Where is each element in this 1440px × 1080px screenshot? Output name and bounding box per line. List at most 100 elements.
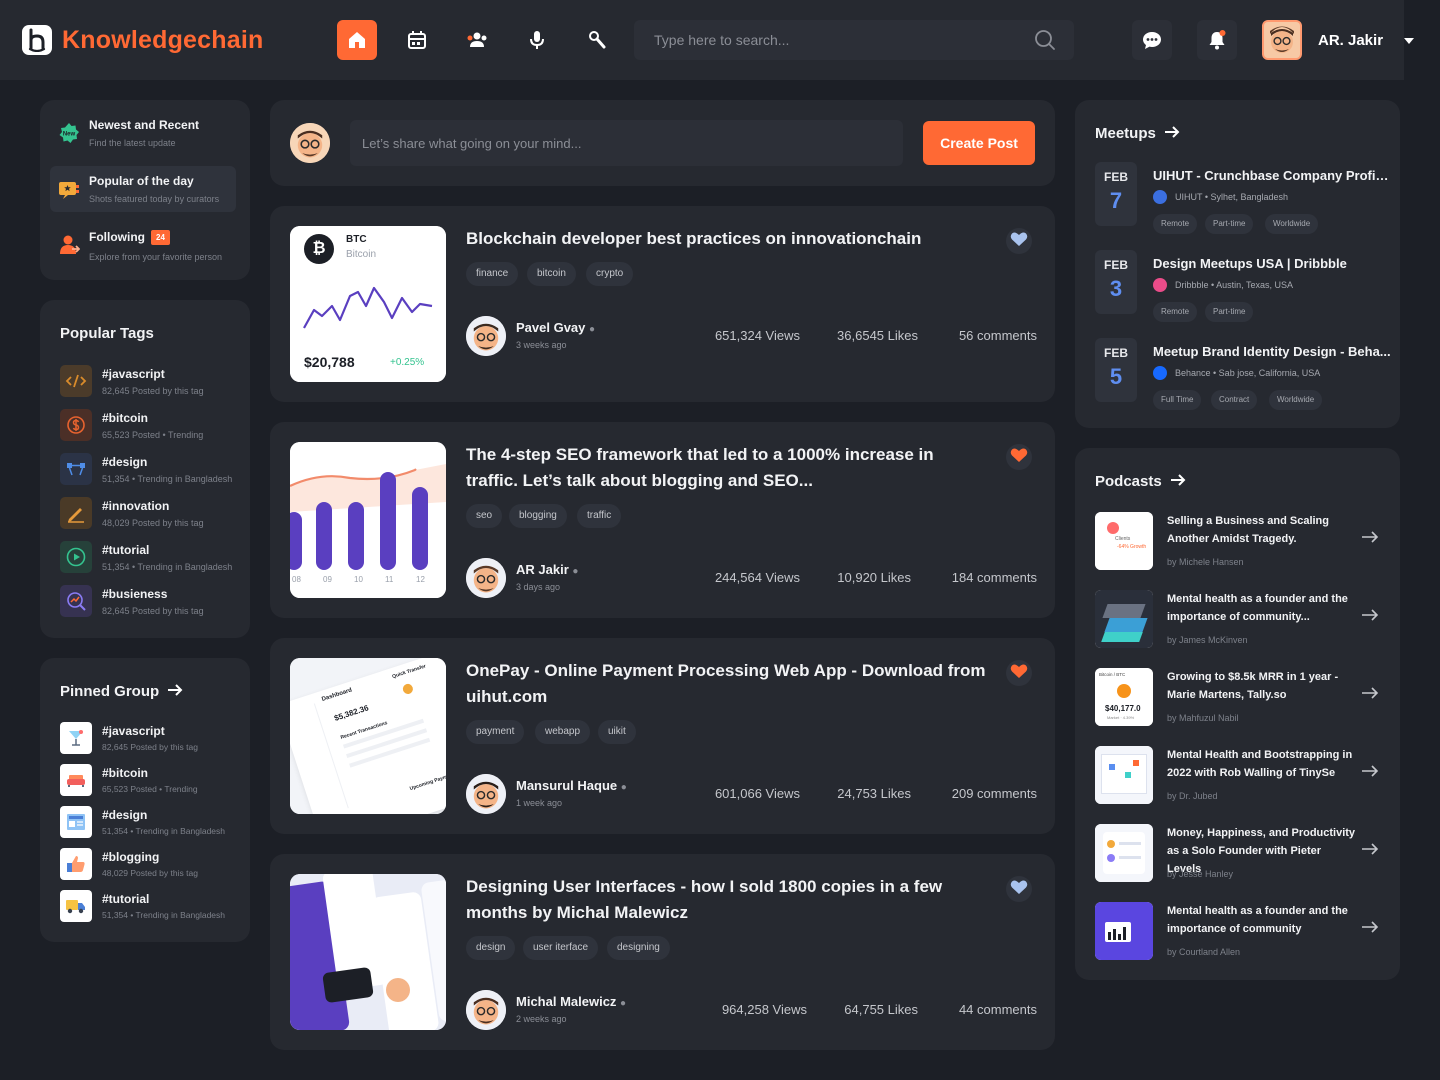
post-tag-chip[interactable]: designing bbox=[607, 936, 670, 960]
post-thumbnail[interactable] bbox=[290, 874, 446, 1030]
podcasts-title[interactable]: Podcasts bbox=[1095, 473, 1186, 490]
notifications-button[interactable] bbox=[1197, 20, 1237, 60]
podcast-thumbnail[interactable] bbox=[1095, 590, 1153, 648]
podcast-thumbnail[interactable] bbox=[1095, 746, 1153, 804]
post-tag-chip[interactable]: webapp bbox=[535, 720, 591, 744]
home-nav-button[interactable] bbox=[337, 20, 377, 60]
logo-icon[interactable] bbox=[22, 25, 52, 55]
podcast-title[interactable]: Mental health as a founder and the impor… bbox=[1167, 590, 1357, 626]
post-tag-chip[interactable]: blogging bbox=[509, 504, 567, 528]
popular-tag-item[interactable]: #innovation 48,029 Posted by this tag bbox=[60, 497, 250, 533]
post-thumbnail[interactable]: 08 09 10 11 12 bbox=[290, 442, 446, 598]
author-avatar[interactable] bbox=[466, 316, 506, 356]
post-title[interactable]: Blockchain developer best practices on i… bbox=[466, 226, 986, 252]
pinned-group-item[interactable]: #javascript 82,645 Posted by this tag bbox=[60, 722, 250, 758]
user-avatar[interactable] bbox=[1262, 20, 1302, 60]
author-avatar[interactable] bbox=[466, 990, 506, 1030]
podcast-thumbnail[interactable] bbox=[1095, 902, 1153, 960]
podcast-thumb-text: Market · 4.39% bbox=[1107, 715, 1135, 720]
comments-count[interactable]: 184 comments bbox=[952, 570, 1037, 585]
groups-nav-button[interactable] bbox=[457, 20, 497, 60]
post-card[interactable]: ₿ BTC Bitcoin $20,788 +0.25% Blockchain … bbox=[270, 206, 1055, 402]
search-icon[interactable] bbox=[1034, 29, 1056, 51]
podcast-thumbnail[interactable]: Bitcoin / BTC $40,177.0 Market · 4.39% bbox=[1095, 668, 1153, 726]
post-tag-chip[interactable]: payment bbox=[466, 720, 525, 744]
post-title[interactable]: Designing User Interfaces - how I sold 1… bbox=[466, 874, 986, 926]
comments-count[interactable]: 56 comments bbox=[959, 328, 1037, 343]
calendar-nav-button[interactable] bbox=[397, 20, 437, 60]
author-avatar[interactable] bbox=[466, 774, 506, 814]
podcast-title[interactable]: Mental health as a founder and the impor… bbox=[1167, 902, 1357, 938]
podcast-title[interactable]: Selling a Business and Scaling Another A… bbox=[1167, 512, 1357, 548]
arrow-right-icon[interactable] bbox=[1361, 920, 1379, 934]
podcast-title[interactable]: Growing to $8.5k MRR in 1 year - Marie M… bbox=[1167, 668, 1357, 704]
pinned-group-item[interactable]: #blogging 48,029 Posted by this tag bbox=[60, 848, 250, 884]
comments-count[interactable]: 44 comments bbox=[959, 1002, 1037, 1017]
like-button[interactable] bbox=[1006, 876, 1032, 902]
post-tag-chip[interactable]: user iterface bbox=[523, 936, 599, 960]
feed-newest[interactable]: New Newest and Recent Find the latest up… bbox=[50, 110, 236, 156]
arrow-right-icon[interactable] bbox=[1361, 686, 1379, 700]
comments-count[interactable]: 209 comments bbox=[952, 786, 1037, 801]
podcasts-title-text: Podcasts bbox=[1095, 473, 1162, 490]
popular-tag-item[interactable]: #bitcoin 65,523 Posted • Trending bbox=[60, 409, 250, 445]
meetup-title[interactable]: UIHUT - Crunchbase Company Profile... bbox=[1153, 168, 1391, 183]
like-button[interactable] bbox=[1006, 660, 1032, 686]
podcast-author: by Dr. Jubed bbox=[1167, 791, 1218, 801]
arrow-right-icon[interactable] bbox=[1361, 842, 1379, 856]
post-thumbnail[interactable]: ₿ BTC Bitcoin $20,788 +0.25% bbox=[290, 226, 446, 382]
post-tag-chip[interactable]: traffic bbox=[577, 504, 622, 528]
organizer-logo-icon bbox=[1153, 190, 1167, 204]
post-thumbnail[interactable]: Dashboard Quick Transfer $5,382.36 Recen… bbox=[290, 658, 446, 814]
podcast-nav-button[interactable] bbox=[517, 20, 557, 60]
arrow-right-icon[interactable] bbox=[1361, 608, 1379, 622]
author-name[interactable]: Mansurul Haque ● bbox=[516, 778, 627, 793]
author-name[interactable]: Pavel Gvay ● bbox=[516, 320, 595, 335]
messages-button[interactable] bbox=[1132, 20, 1172, 60]
axis-tick-label: 08 bbox=[292, 575, 301, 584]
post-tag-chip[interactable]: crypto bbox=[586, 262, 634, 286]
search-input[interactable] bbox=[654, 20, 1024, 60]
popular-tag-item[interactable]: #tutorial 51,354 • Trending in Banglades… bbox=[60, 541, 250, 577]
post-title[interactable]: OnePay - Online Payment Processing Web A… bbox=[466, 658, 986, 710]
pinned-group-item[interactable]: #bitcoin 65,523 Posted • Trending bbox=[60, 764, 250, 800]
feed-following[interactable]: Following 24 Explore from your favorite p… bbox=[50, 222, 236, 268]
podcast-title[interactable]: Mental Health and Bootstrapping in 2022 … bbox=[1167, 746, 1357, 782]
post-tag-chip[interactable]: seo bbox=[466, 504, 503, 528]
post-title[interactable]: The 4-step SEO framework that led to a 1… bbox=[466, 442, 986, 494]
podcast-thumbnail[interactable]: Clients -64% Growth bbox=[1095, 512, 1153, 570]
arrow-right-icon[interactable] bbox=[1361, 530, 1379, 544]
post-card[interactable]: Dashboard Quick Transfer $5,382.36 Recen… bbox=[270, 638, 1055, 834]
tools-nav-button[interactable] bbox=[577, 20, 617, 60]
post-tag-chip[interactable]: bitcoin bbox=[527, 262, 576, 286]
chevron-down-icon[interactable] bbox=[1403, 36, 1415, 46]
like-button[interactable] bbox=[1006, 228, 1032, 254]
search-bar bbox=[634, 20, 1074, 60]
tag-stats: 82,645 Posted by this tag bbox=[102, 386, 204, 396]
pinned-group-title[interactable]: Pinned Group bbox=[60, 683, 183, 700]
brand-name[interactable]: Knowledgechain bbox=[62, 26, 263, 55]
like-button[interactable] bbox=[1006, 444, 1032, 470]
meetups-title[interactable]: Meetups bbox=[1095, 125, 1180, 142]
user-name[interactable]: AR. Jakir bbox=[1318, 32, 1383, 49]
pinned-group-item[interactable]: #tutorial 51,354 • Trending in Banglades… bbox=[60, 890, 250, 926]
post-tag-chip[interactable]: finance bbox=[466, 262, 519, 286]
create-post-button[interactable]: Create Post bbox=[923, 121, 1035, 165]
arrow-right-icon[interactable] bbox=[1361, 764, 1379, 778]
author-name[interactable]: AR Jakir ● bbox=[516, 562, 578, 577]
podcast-thumbnail[interactable] bbox=[1095, 824, 1153, 882]
post-tag-chip[interactable]: uikit bbox=[598, 720, 636, 744]
post-card[interactable]: Designing User Interfaces - how I sold 1… bbox=[270, 854, 1055, 1050]
author-avatar[interactable] bbox=[466, 558, 506, 598]
meetup-title[interactable]: Meetup Brand Identity Design - Beha... bbox=[1153, 344, 1391, 359]
pinned-group-item[interactable]: #design 51,354 • Trending in Bangladesh bbox=[60, 806, 250, 842]
author-name[interactable]: Michal Malewicz ● bbox=[516, 994, 626, 1009]
post-composer-input[interactable] bbox=[350, 120, 903, 166]
post-card[interactable]: 08 09 10 11 12 The 4-step SEO framework that… bbox=[270, 422, 1055, 618]
popular-tag-item[interactable]: #javascript 82,645 Posted by this tag bbox=[60, 365, 250, 401]
meetup-title[interactable]: Design Meetups USA | Dribbble bbox=[1153, 256, 1391, 271]
post-tag-chip[interactable]: design bbox=[466, 936, 516, 960]
feed-popular[interactable]: Popular of the day Shots featured today … bbox=[50, 166, 236, 212]
popular-tag-item[interactable]: #design 51,354 • Trending in Bangladesh bbox=[60, 453, 250, 489]
popular-tag-item[interactable]: #busieness 82,645 Posted by this tag bbox=[60, 585, 250, 621]
